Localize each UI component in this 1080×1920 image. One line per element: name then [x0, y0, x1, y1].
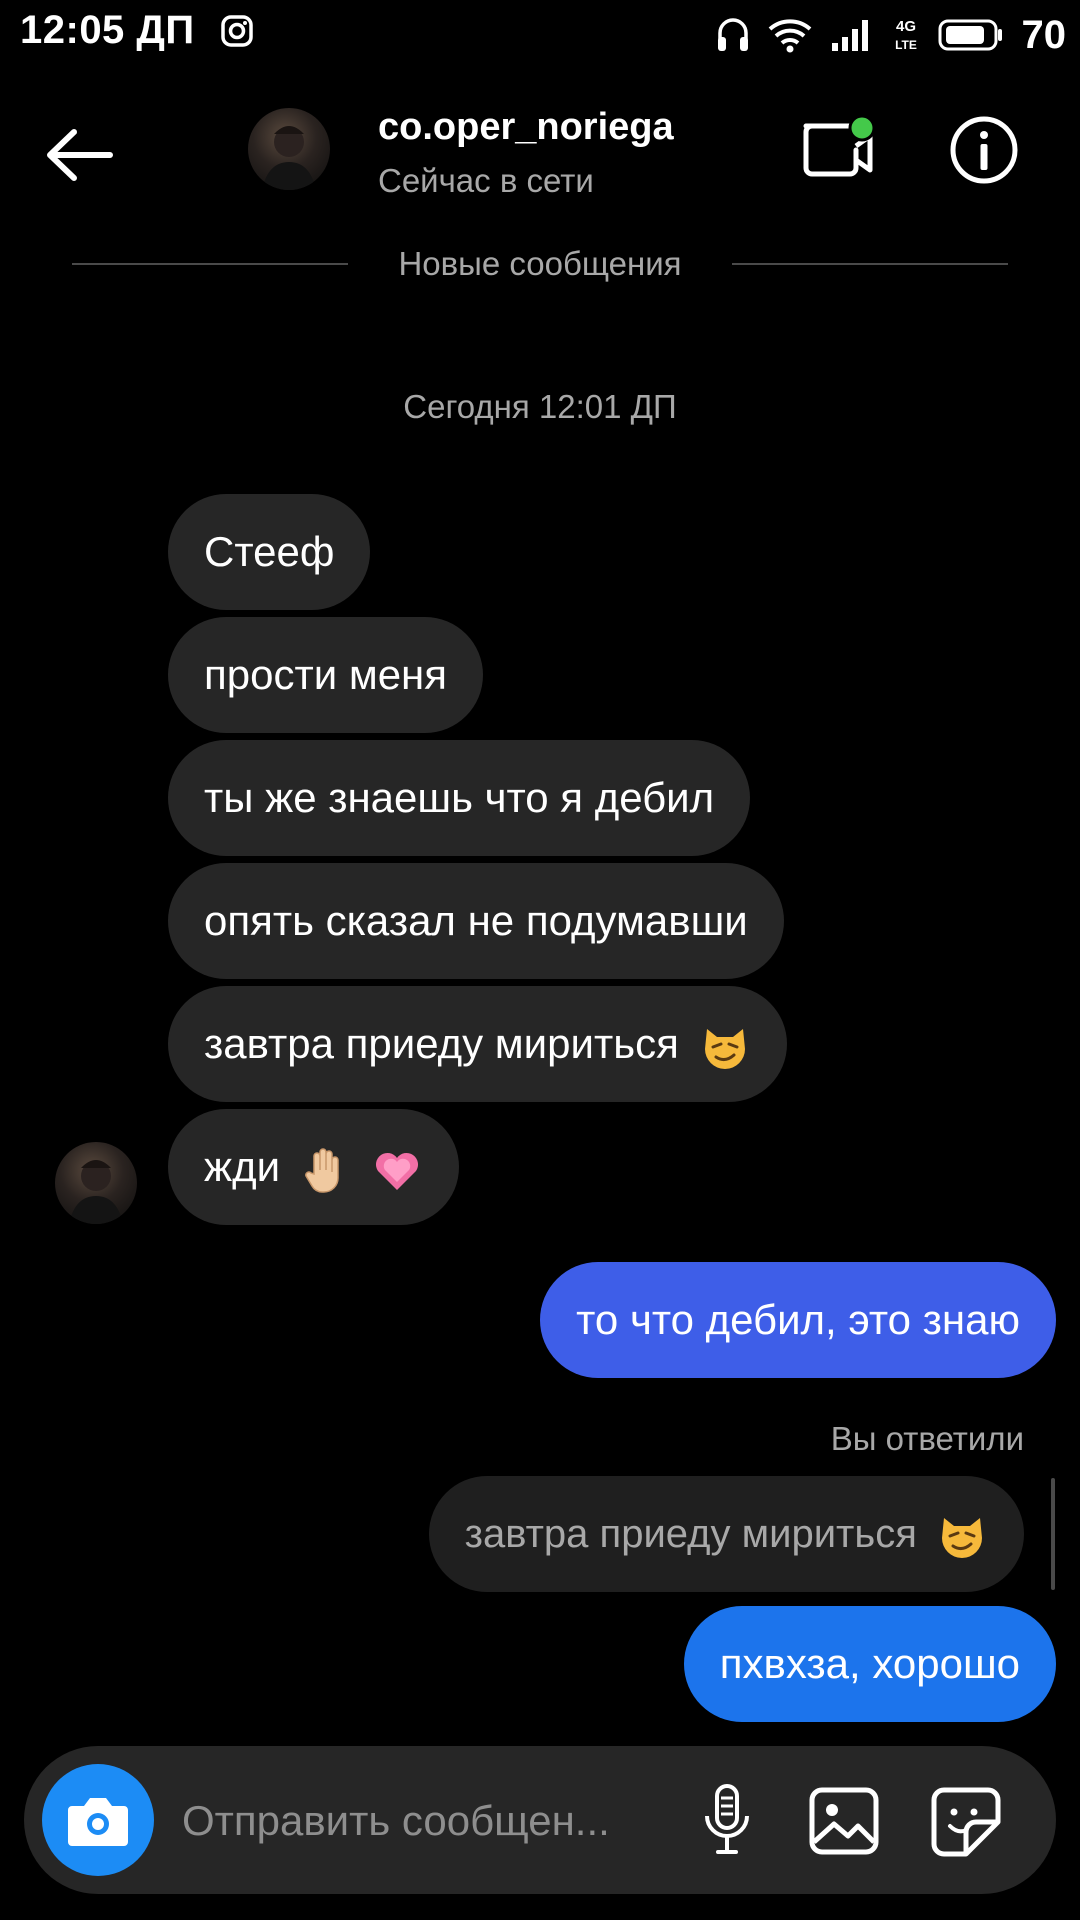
message-text: жди — [204, 1143, 281, 1190]
message-text: опять сказал не подумавши — [204, 897, 748, 944]
lte-icon: 4G LTE — [895, 18, 917, 52]
wifi-icon — [768, 19, 811, 53]
message-text: пхвхза, хорошо — [719, 1640, 1020, 1687]
outgoing-message[interactable]: пхвхза, хорошо — [683, 1606, 1056, 1722]
message-text: то что дебил, это знаю — [576, 1296, 1020, 1343]
incoming-message[interactable]: жди — [168, 1109, 460, 1225]
incoming-message[interactable]: завтра приеду мириться — [168, 986, 787, 1102]
growing-heart-icon — [376, 1152, 419, 1190]
video-call-icon[interactable] — [798, 112, 880, 184]
sender-avatar[interactable] — [55, 1142, 137, 1224]
date-label: Сегодня 12:01 ДП — [403, 388, 677, 425]
divider-line-right — [732, 263, 1008, 265]
message-text: Стееф — [204, 528, 335, 575]
battery-percent: 70 — [1021, 12, 1067, 57]
camera-icon — [68, 1798, 128, 1846]
message-text: завтра приеду мириться — [204, 1020, 679, 1067]
quoted-text: завтра приеду мириться — [464, 1512, 917, 1556]
incoming-message[interactable]: опять сказал не подумавши — [168, 863, 784, 979]
chat-username[interactable]: co.oper_noriega — [378, 106, 674, 149]
replied-label: Вы ответили — [830, 1420, 1024, 1457]
message-text: прости меня — [204, 651, 447, 698]
message-input[interactable] — [180, 1782, 704, 1860]
instagram-notification-icon — [221, 15, 253, 47]
online-status: Сейчас в сети — [378, 162, 594, 199]
chat-header: co.oper_noriega Сейчас в сети — [0, 90, 1080, 220]
header-avatar[interactable] — [248, 108, 330, 190]
raised-hand-icon — [304, 1148, 339, 1193]
smirking-cat-face-icon — [704, 1028, 745, 1069]
back-arrow-icon[interactable] — [40, 120, 120, 190]
new-messages-divider: Новые сообщения — [72, 240, 1008, 290]
message-text: ты же знаешь что я дебил — [204, 774, 715, 821]
smirking-cat-face-icon — [942, 1518, 982, 1559]
status-time: 12:05 ДП — [20, 8, 195, 52]
battery-icon — [938, 19, 1002, 51]
message-composer — [24, 1746, 1056, 1894]
info-icon[interactable] — [948, 114, 1020, 186]
incoming-message[interactable]: прости меня — [168, 617, 483, 733]
svg-text:4G: 4G — [895, 18, 915, 35]
outgoing-message[interactable]: то что дебил, это знаю — [540, 1262, 1056, 1378]
person-silhouette-icon — [262, 126, 316, 190]
signal-icon — [831, 20, 868, 51]
person-silhouette-icon — [69, 1160, 123, 1224]
reply-indicator-bar — [1051, 1478, 1055, 1590]
svg-text:LTE: LTE — [895, 38, 917, 52]
status-bar: 12:05 ДП 4G LTE 70 — [0, 0, 1080, 70]
reply-quote[interactable]: завтра приеду мириться — [428, 1476, 1024, 1592]
gallery-icon[interactable] — [808, 1786, 880, 1856]
microphone-icon[interactable] — [692, 1782, 762, 1858]
incoming-message[interactable]: Стееф — [168, 494, 371, 610]
incoming-message[interactable]: ты же знаешь что я дебил — [168, 740, 751, 856]
camera-button[interactable] — [42, 1764, 154, 1876]
sticker-icon[interactable] — [930, 1786, 1002, 1858]
status-indicators: 4G LTE 70 — [716, 10, 1067, 60]
headphones-icon — [717, 18, 748, 51]
